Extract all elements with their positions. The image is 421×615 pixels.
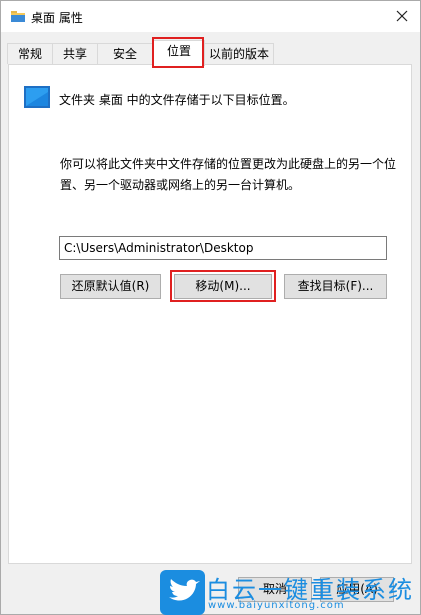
tab-sharing[interactable]: 共享 — [52, 43, 98, 64]
restore-default-button[interactable]: 还原默认值(R) — [60, 274, 161, 299]
tab-security[interactable]: 安全 — [97, 43, 153, 64]
close-icon — [396, 10, 408, 22]
location-description: 你可以将此文件夹中文件存储的位置更改为此硬盘上的另一个位置、另一个驱动器或网络上… — [60, 157, 397, 192]
tab-highlight-box — [152, 37, 204, 68]
close-button[interactable] — [390, 5, 414, 27]
location-info-text: 文件夹 桌面 中的文件存储于以下目标位置。 — [59, 93, 295, 107]
watermark-url: www.baiyunxitong.com — [208, 600, 345, 611]
window-title: 桌面 属性 — [31, 11, 83, 25]
find-target-button[interactable]: 查找目标(F)... — [284, 274, 387, 299]
title-bar: 桌面 属性 — [1, 1, 420, 32]
move-button-highlight — [170, 270, 276, 302]
tab-general[interactable]: 常规 — [7, 43, 53, 64]
bird-logo-icon — [160, 570, 205, 615]
location-panel — [8, 64, 412, 564]
tab-previous-versions[interactable]: 以前的版本 — [204, 43, 274, 64]
folder-icon — [11, 11, 25, 22]
path-input[interactable]: C:\Users\Administrator\Desktop — [59, 236, 387, 260]
desktop-folder-icon — [24, 86, 50, 108]
watermark: 白云一键重装系统 www.baiyunxitong.com — [160, 570, 420, 615]
